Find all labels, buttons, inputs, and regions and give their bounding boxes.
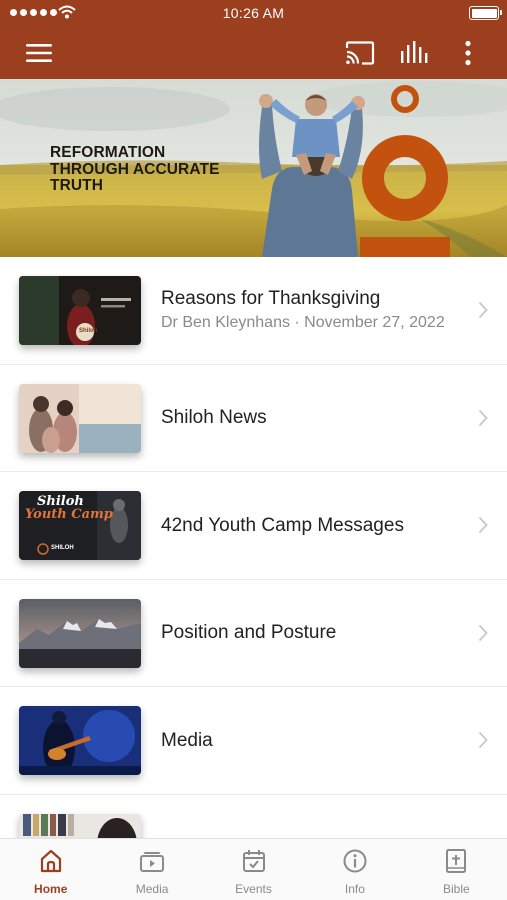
chevron-right-icon <box>478 731 488 749</box>
thumbnail-youth-camp: Shiloh Youth Camp SHILOH <box>19 491 141 560</box>
chevron-right-icon <box>478 624 488 641</box>
tab-label: Events <box>235 882 272 896</box>
audio-bars-icon <box>401 40 428 63</box>
tab-bible[interactable]: Bible <box>406 839 507 900</box>
cast-icon <box>345 40 375 65</box>
list-item-subtitle: Dr Ben Kleynhans · November 27, 2022 <box>161 314 445 332</box>
tab-label: Info <box>344 882 365 896</box>
tab-events[interactable]: Events <box>203 839 304 900</box>
list-item-title: Shiloh News <box>161 407 267 429</box>
hero-line-1: REFORMATION <box>50 144 166 161</box>
calendar-icon <box>242 850 265 872</box>
list-item-media[interactable]: Media <box>0 687 507 795</box>
thumbnail-youth-camp-script: Youth Camp <box>25 507 113 522</box>
list-item-title: 42nd Youth Camp Messages <box>161 514 404 536</box>
hamburger-menu-icon <box>26 43 52 62</box>
hero-line-3: TRUTH <box>50 177 104 194</box>
tab-label: Home <box>34 882 68 896</box>
more-options-button[interactable] <box>446 26 490 79</box>
play-media-icon <box>140 852 165 872</box>
home-icon <box>40 849 61 873</box>
thumbnail-brand-text: SHILOH <box>51 545 74 551</box>
thumbnail-thanksgiving: Shiloh <box>19 276 141 345</box>
thumbnail-media <box>19 706 141 775</box>
tab-info[interactable]: Info <box>304 839 405 900</box>
tab-home[interactable]: Home <box>0 839 101 900</box>
bottom-tab-bar: Home Media Events Info Bible <box>0 838 507 900</box>
menu-button[interactable] <box>17 26 61 79</box>
list-item-title: Reasons for Thanksgiving <box>161 288 381 310</box>
more-vertical-icon <box>465 40 471 65</box>
list-item-position-and-posture[interactable]: Position and Posture <box>0 580 507 687</box>
battery-icon <box>469 6 502 20</box>
tab-label: Media <box>135 882 169 896</box>
audio-button[interactable] <box>392 26 436 79</box>
chevron-right-icon <box>478 301 488 319</box>
thumbnail-shiloh-news <box>19 383 141 453</box>
status-time: 10:26 AM <box>222 5 285 21</box>
info-icon <box>343 849 367 873</box>
list-item-youth-camp-messages[interactable]: Shiloh Youth Camp SHILOH 42nd Youth Camp… <box>0 472 507 580</box>
cast-button[interactable] <box>338 26 382 79</box>
tab-label: Bible <box>442 882 470 896</box>
chevron-right-icon <box>478 516 488 534</box>
status-bar: 10:26 AM <box>0 0 507 26</box>
hero-headline: REFORMATION THROUGH ACCURATE TRUTH <box>50 144 220 195</box>
list-item-title: Position and Posture <box>161 622 337 644</box>
thumbnail-brand-text: Shiloh <box>79 328 98 334</box>
list-item-title: Media <box>161 729 213 751</box>
bible-icon <box>446 849 467 873</box>
list-item-reasons-for-thanksgiving[interactable]: Shiloh Reasons for Thanksgiving Dr Ben K… <box>0 257 507 365</box>
hero-banner[interactable]: REFORMATION THROUGH ACCURATE TRUTH <box>0 79 507 257</box>
thumbnail-position-posture <box>19 598 141 668</box>
hero-line-2: THROUGH ACCURATE <box>50 160 220 178</box>
app-bar <box>0 26 507 79</box>
tab-media[interactable]: Media <box>101 839 202 900</box>
chevron-right-icon <box>478 409 488 426</box>
list-item-shiloh-news[interactable]: Shiloh News <box>0 365 507 472</box>
content-list: Shiloh Reasons for Thanksgiving Dr Ben K… <box>0 257 507 900</box>
